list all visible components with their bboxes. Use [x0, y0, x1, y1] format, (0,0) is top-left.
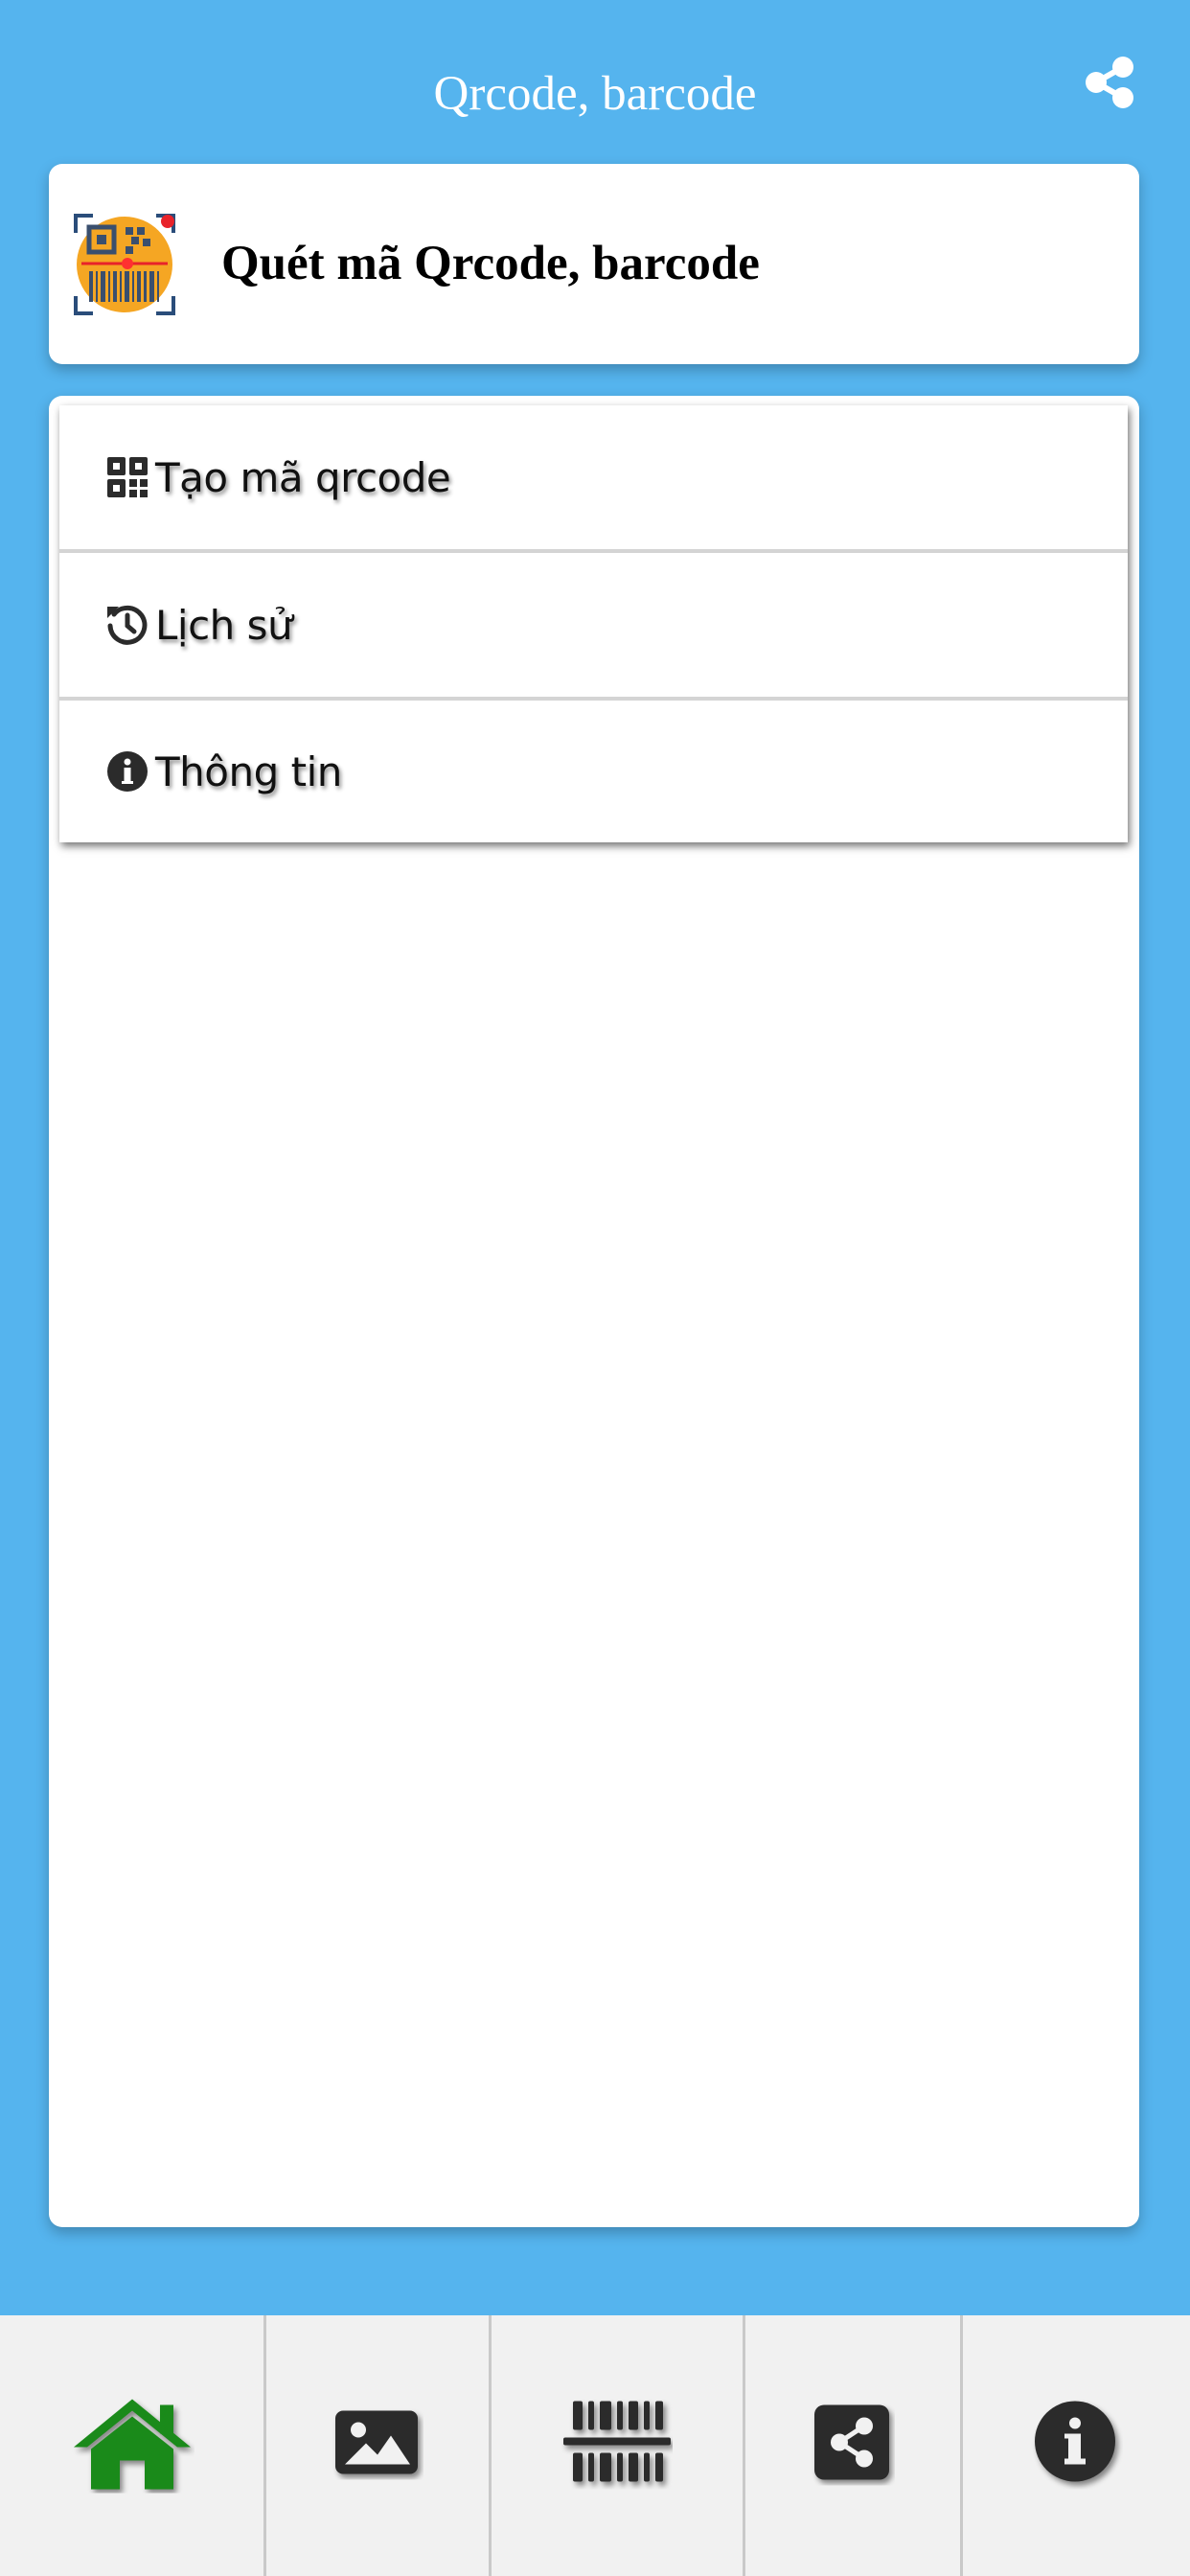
main-menu: Tạo mã qrcode Lịch sử Thông tin — [59, 405, 1128, 842]
nav-share-button[interactable] — [745, 2315, 964, 2576]
nav-info-button[interactable] — [963, 2315, 1190, 2576]
history-icon — [105, 603, 149, 647]
share-icon[interactable] — [1081, 54, 1138, 111]
share-square-icon — [811, 2402, 895, 2491]
menu-item-create-qrcode[interactable]: Tạo mã qrcode — [59, 405, 1128, 553]
menu-item-label: Lịch sử — [155, 601, 293, 649]
barcode-scan-icon — [561, 2398, 673, 2495]
image-icon — [332, 2407, 423, 2485]
info-circle-icon — [105, 749, 149, 794]
content-card: Tạo mã qrcode Lịch sử Thông tin — [49, 396, 1139, 2227]
home-icon — [70, 2394, 195, 2498]
screen-title: Quét mã Qrcode, barcode — [221, 237, 760, 290]
app-title: Qrcode, barcode — [433, 67, 757, 121]
qrcode-icon — [105, 455, 149, 499]
menu-item-info[interactable]: Thông tin — [59, 701, 1128, 842]
header-card: Quét mã Qrcode, barcode — [49, 164, 1139, 364]
info-circle-icon — [1031, 2398, 1123, 2495]
menu-item-label: Tạo mã qrcode — [155, 453, 451, 501]
top-bar: Qrcode, barcode — [0, 0, 1190, 163]
menu-item-label: Thông tin — [155, 748, 342, 795]
nav-scan-barcode-button[interactable] — [492, 2315, 745, 2576]
qr-barcode-scanner-logo — [72, 212, 177, 317]
menu-item-history[interactable]: Lịch sử — [59, 553, 1128, 701]
nav-image-button[interactable] — [266, 2315, 492, 2576]
nav-home-button[interactable] — [0, 2315, 267, 2576]
bottom-navigation — [0, 2315, 1190, 2576]
